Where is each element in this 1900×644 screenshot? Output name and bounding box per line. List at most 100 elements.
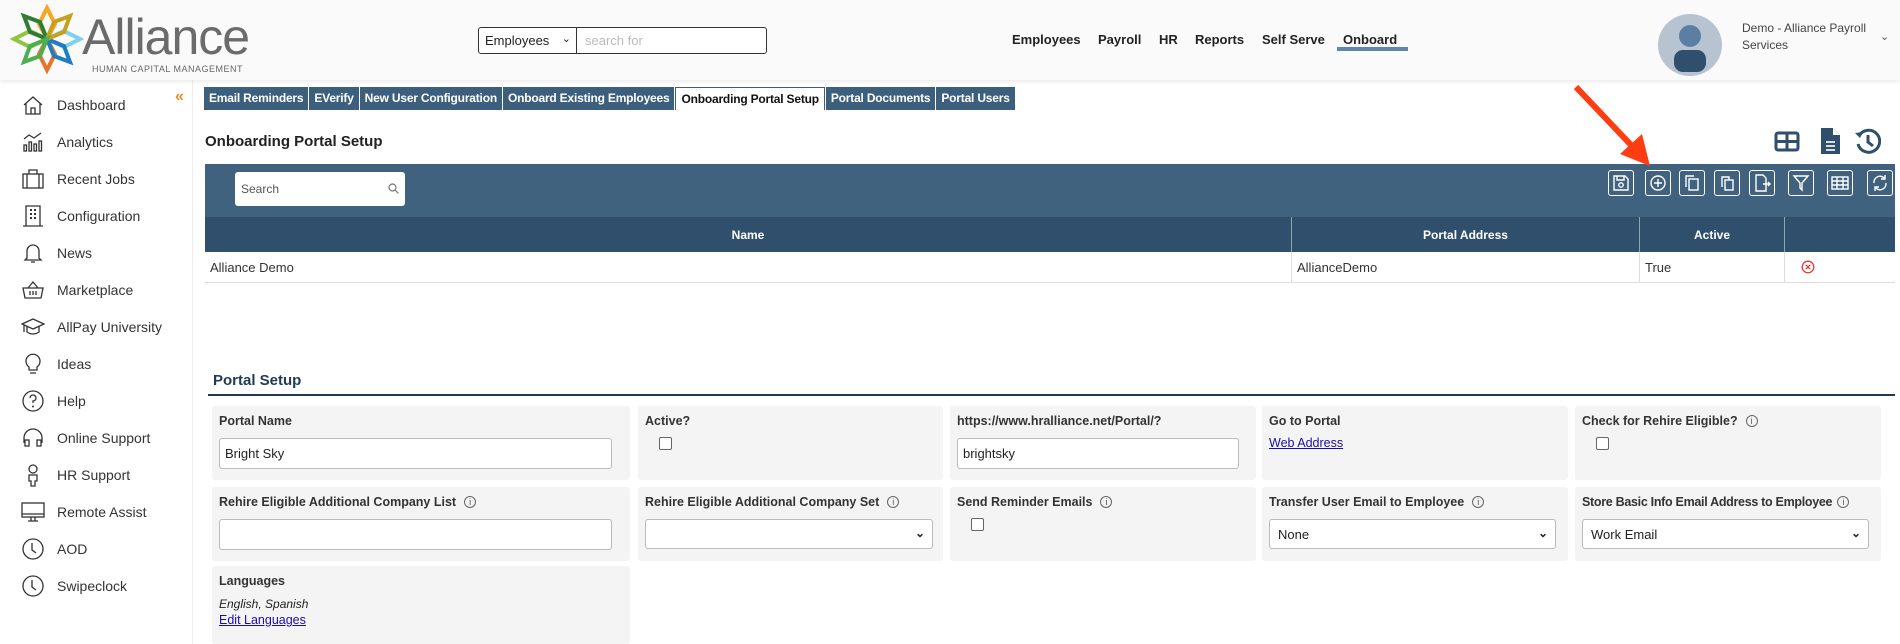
sidebar-item-aod[interactable]: AOD bbox=[0, 534, 190, 564]
rehire-set-field: Rehire Eligible Additional Company Set i … bbox=[638, 487, 943, 561]
cell-delete bbox=[1785, 252, 1895, 282]
sidebar-item-recent-jobs[interactable]: Recent Jobs bbox=[0, 164, 190, 194]
cell-name: Alliance Demo bbox=[205, 252, 1292, 282]
sidebar-item-online-support[interactable]: Online Support bbox=[0, 423, 190, 453]
transfer-email-label: Transfer User Email to Employee bbox=[1269, 495, 1465, 509]
sidebar-item-label: HR Support bbox=[57, 467, 131, 483]
nav-payroll[interactable]: Payroll bbox=[1098, 32, 1141, 47]
document-icon[interactable] bbox=[1816, 127, 1844, 155]
sidebar-item-remote-assist[interactable]: Remote Assist bbox=[0, 497, 190, 527]
sidebar-item-label: Dashboard bbox=[57, 97, 126, 113]
rehire-list-label: Rehire Eligible Additional Company List bbox=[219, 495, 457, 509]
nav-reports[interactable]: Reports bbox=[1195, 32, 1244, 47]
top-header: Alliance HUMAN CAPITAL MANAGEMENT Employ… bbox=[0, 0, 1900, 80]
check-rehire-field: Check for Rehire Eligible? i bbox=[1575, 406, 1881, 480]
info-icon[interactable]: i bbox=[887, 496, 900, 508]
info-icon[interactable]: i bbox=[1472, 496, 1485, 508]
edit-languages-link[interactable]: Edit Languages bbox=[219, 613, 306, 627]
chevron-down-icon: ⌄ bbox=[914, 526, 925, 540]
lightbulb-icon bbox=[25, 353, 41, 374]
rehire-list-field: Rehire Eligible Additional Company List i bbox=[212, 487, 630, 561]
grid-search-placeholder: Search bbox=[241, 182, 280, 196]
web-address-link[interactable]: Web Address bbox=[1269, 436, 1343, 450]
paste-button[interactable] bbox=[1714, 170, 1740, 196]
refresh-button[interactable] bbox=[1867, 170, 1893, 196]
tab-portal-users[interactable]: Portal Users bbox=[936, 87, 1015, 110]
nav-active-indicator bbox=[1337, 47, 1408, 51]
sidebar-item-label: Marketplace bbox=[57, 282, 134, 298]
sidebar-item-label: Swipeclock bbox=[57, 578, 128, 594]
filter-icon bbox=[1792, 175, 1810, 192]
sidebar-item-hr-support[interactable]: HR Support bbox=[0, 460, 190, 490]
transfer-email-value: None bbox=[1278, 527, 1310, 542]
grid-search-input[interactable]: Search bbox=[235, 172, 405, 206]
portal-name-input[interactable]: Bright Sky bbox=[219, 438, 612, 469]
rehire-list-input[interactable] bbox=[219, 519, 612, 550]
nav-onboard[interactable]: Onboard bbox=[1343, 32, 1397, 47]
tab-email-reminders[interactable]: Email Reminders bbox=[204, 87, 309, 110]
chevron-down-icon: ⌄ bbox=[561, 33, 571, 45]
search-scope-select[interactable]: Employees ⌄ bbox=[479, 28, 577, 53]
portal-url-input[interactable]: brightsky bbox=[957, 438, 1239, 469]
tab-onboarding-portal-setup[interactable]: Onboarding Portal Setup bbox=[675, 87, 825, 110]
columns-icon bbox=[1831, 176, 1849, 190]
sidebar-item-analytics[interactable]: Analytics bbox=[0, 127, 190, 157]
send-reminder-checkbox[interactable] bbox=[971, 518, 984, 531]
send-reminder-label: Send Reminder Emails bbox=[957, 495, 1093, 509]
rehire-set-select[interactable]: ⌄ bbox=[645, 519, 933, 549]
person-icon bbox=[28, 464, 38, 487]
nav-employees[interactable]: Employees bbox=[1012, 32, 1081, 47]
columns-button[interactable] bbox=[1827, 170, 1853, 196]
store-email-select[interactable]: Work Email ⌄ bbox=[1582, 519, 1869, 549]
brand-tagline: HUMAN CAPITAL MANAGEMENT bbox=[92, 64, 244, 74]
info-icon[interactable]: i bbox=[464, 496, 477, 508]
portal-url-field: https://www.hralliance.net/Portal/? brig… bbox=[950, 406, 1256, 480]
column-header-name[interactable]: Name bbox=[205, 217, 1292, 252]
sidebar-item-marketplace[interactable]: Marketplace bbox=[0, 275, 190, 305]
nav-hr[interactable]: HR bbox=[1159, 32, 1178, 47]
tab-everify[interactable]: EVerify bbox=[309, 87, 359, 110]
sidebar-item-configuration[interactable]: Configuration bbox=[0, 201, 190, 231]
store-email-label: Store Basic Info Email Address to Employ… bbox=[1582, 495, 1833, 509]
sidebar-item-allpay-university[interactable]: AllPay University bbox=[0, 312, 190, 342]
sidebar-item-label: News bbox=[57, 245, 93, 261]
active-checkbox[interactable] bbox=[659, 437, 672, 450]
sidebar-item-label: AOD bbox=[57, 541, 88, 557]
sidebar-item-ideas[interactable]: Ideas bbox=[0, 349, 190, 379]
layout-grid-icon[interactable] bbox=[1773, 127, 1801, 155]
export-button[interactable] bbox=[1749, 170, 1775, 196]
user-name[interactable]: Demo - Alliance Payroll Services bbox=[1742, 20, 1872, 54]
table-row[interactable]: Alliance Demo AllianceDemo True bbox=[205, 252, 1895, 283]
global-search-input[interactable]: search for bbox=[577, 28, 766, 53]
sidebar-item-help[interactable]: Help bbox=[0, 386, 190, 416]
info-icon[interactable]: i bbox=[1745, 415, 1758, 427]
delete-icon[interactable] bbox=[1801, 260, 1815, 274]
export-icon bbox=[1755, 174, 1771, 192]
transfer-email-select[interactable]: None ⌄ bbox=[1269, 519, 1556, 549]
filter-button[interactable] bbox=[1788, 170, 1814, 196]
page-title: Onboarding Portal Setup bbox=[205, 133, 383, 150]
sidebar-item-swipeclock[interactable]: Swipeclock bbox=[0, 571, 190, 601]
nav-self-serve[interactable]: Self Serve bbox=[1262, 32, 1325, 47]
column-header-active[interactable]: Active bbox=[1640, 217, 1785, 252]
history-icon[interactable] bbox=[1853, 127, 1881, 155]
sidebar-item-label: Analytics bbox=[57, 134, 114, 150]
languages-field: Languages English, Spanish Edit Language… bbox=[212, 566, 630, 644]
sidebar-item-news[interactable]: News bbox=[0, 238, 190, 268]
tab-portal-documents[interactable]: Portal Documents bbox=[825, 87, 936, 110]
copy-button[interactable] bbox=[1679, 170, 1705, 196]
check-rehire-checkbox[interactable] bbox=[1596, 437, 1609, 450]
tab-new-user-configuration[interactable]: New User Configuration bbox=[359, 87, 502, 110]
info-icon[interactable]: i bbox=[1837, 496, 1850, 508]
active-label: Active? bbox=[645, 414, 691, 428]
portal-url-label: https://www.hralliance.net/Portal/? bbox=[957, 414, 1162, 428]
collapse-sidebar-icon[interactable]: « bbox=[175, 88, 184, 106]
bell-icon bbox=[23, 244, 43, 263]
avatar[interactable] bbox=[1658, 14, 1722, 76]
sidebar-item-dashboard[interactable]: Dashboard bbox=[0, 90, 190, 120]
paste-icon bbox=[1721, 176, 1734, 191]
tab-onboard-existing-employees[interactable]: Onboard Existing Employees bbox=[502, 87, 675, 110]
chevron-down-icon[interactable]: ⌄ bbox=[1880, 30, 1889, 43]
column-header-portal-address[interactable]: Portal Address bbox=[1292, 217, 1640, 252]
info-icon[interactable]: i bbox=[1100, 496, 1113, 508]
